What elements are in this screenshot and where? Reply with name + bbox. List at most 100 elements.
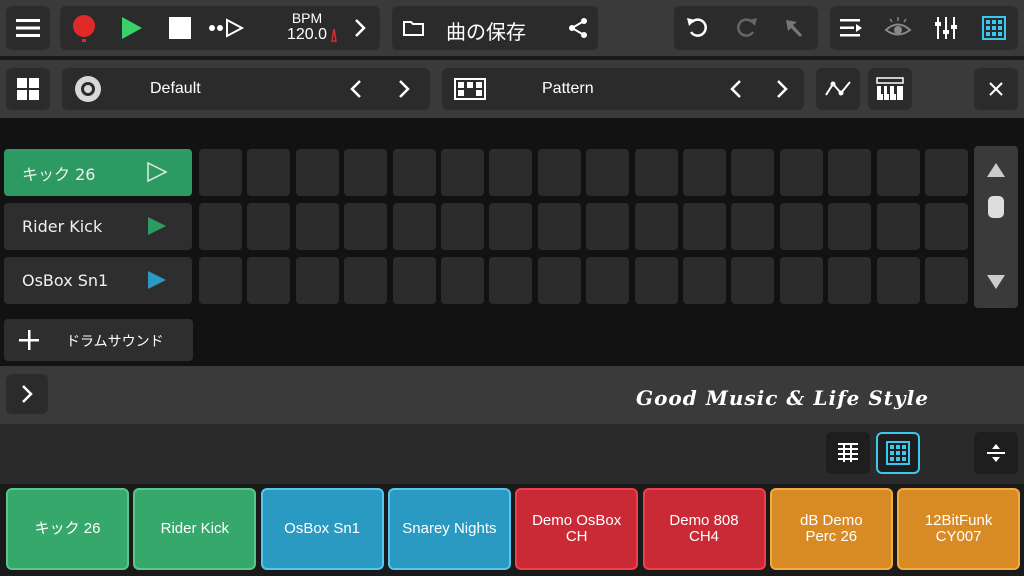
step-cell[interactable] xyxy=(199,257,242,304)
bpm-display[interactable]: BPM 120.0 xyxy=(272,10,342,48)
pads-view-button[interactable] xyxy=(976,12,1012,44)
step-cell[interactable] xyxy=(731,257,775,304)
automation-button[interactable] xyxy=(816,68,860,110)
step-cell[interactable] xyxy=(876,149,920,196)
share-button[interactable] xyxy=(562,12,594,44)
step-cell[interactable] xyxy=(537,257,581,304)
step-cell[interactable] xyxy=(344,257,388,304)
step-cell[interactable] xyxy=(392,203,436,250)
song-title[interactable]: 曲の保存 xyxy=(446,16,526,45)
step-cell[interactable] xyxy=(247,203,291,250)
play-triangle-icon[interactable] xyxy=(146,269,168,291)
step-cell[interactable] xyxy=(828,149,872,196)
step-cell[interactable] xyxy=(295,203,339,250)
pattern-grid-icon[interactable] xyxy=(452,74,488,104)
step-cell[interactable] xyxy=(586,257,630,304)
step-cell[interactable] xyxy=(441,149,484,196)
pattern-next-button[interactable] xyxy=(768,74,796,104)
step-cell[interactable] xyxy=(876,203,920,250)
step-cell[interactable] xyxy=(683,149,726,196)
step-cell[interactable] xyxy=(247,257,291,304)
drum-pad[interactable]: Demo OsBox CH xyxy=(515,488,639,570)
piano-roll-button[interactable] xyxy=(868,68,912,110)
stop-button[interactable] xyxy=(164,12,196,44)
step-cell[interactable] xyxy=(779,203,823,250)
drum-kit-icon[interactable] xyxy=(72,74,104,104)
step-cell[interactable] xyxy=(295,257,339,304)
select-tool-button[interactable] xyxy=(776,12,812,44)
track-button[interactable]: キック 26 xyxy=(4,149,192,196)
step-cell[interactable] xyxy=(683,257,726,304)
menu-button[interactable] xyxy=(6,6,50,50)
drum-pad[interactable]: OsBox Sn1 xyxy=(260,488,384,570)
pad-view-button[interactable] xyxy=(876,432,920,474)
step-cell[interactable] xyxy=(586,203,630,250)
play-button[interactable] xyxy=(116,12,148,44)
step-cell[interactable] xyxy=(392,149,436,196)
open-folder-button[interactable] xyxy=(398,12,430,44)
drum-pad[interactable]: dB Demo Perc 26 xyxy=(769,488,893,570)
step-play-button[interactable] xyxy=(208,12,248,44)
mixer-button[interactable] xyxy=(928,12,964,44)
resize-button[interactable] xyxy=(974,432,1018,474)
step-view-button[interactable] xyxy=(826,432,870,474)
expand-button[interactable] xyxy=(6,374,48,414)
transport-expand-button[interactable] xyxy=(348,12,372,44)
step-cell[interactable] xyxy=(634,203,678,250)
track-list-button[interactable] xyxy=(834,12,870,44)
visibility-button[interactable] xyxy=(880,12,916,44)
step-cell[interactable] xyxy=(828,203,872,250)
kit-prev-button[interactable] xyxy=(342,74,370,104)
drum-pad[interactable]: Rider Kick xyxy=(133,488,257,570)
play-triangle-icon[interactable] xyxy=(146,161,168,183)
step-cell[interactable] xyxy=(199,203,242,250)
step-cell[interactable] xyxy=(876,257,920,304)
add-drum-sound-button[interactable]: ドラムサウンド xyxy=(4,319,193,361)
step-cell[interactable] xyxy=(441,203,484,250)
step-cell[interactable] xyxy=(489,149,533,196)
vertical-scrollbar[interactable] xyxy=(974,146,1018,308)
step-cell[interactable] xyxy=(489,203,533,250)
scroll-thumb[interactable] xyxy=(988,196,1004,218)
step-cell[interactable] xyxy=(247,149,291,196)
step-cell[interactable] xyxy=(634,149,678,196)
step-cell[interactable] xyxy=(779,149,823,196)
step-cell[interactable] xyxy=(731,149,775,196)
record-button[interactable] xyxy=(68,12,100,44)
track-button[interactable]: Rider Kick xyxy=(4,203,192,250)
scroll-down-icon[interactable] xyxy=(986,274,1006,290)
step-cell[interactable] xyxy=(537,203,581,250)
step-cell[interactable] xyxy=(441,257,484,304)
drum-pad[interactable]: キック 26 xyxy=(6,488,129,570)
scroll-up-icon[interactable] xyxy=(986,162,1006,178)
close-button[interactable] xyxy=(974,68,1018,110)
step-cell[interactable] xyxy=(731,203,775,250)
kit-next-button[interactable] xyxy=(390,74,418,104)
undo-button[interactable] xyxy=(680,12,716,44)
pattern-name[interactable]: Pattern xyxy=(542,80,594,98)
step-cell[interactable] xyxy=(779,257,823,304)
step-cell[interactable] xyxy=(392,257,436,304)
kit-name[interactable]: Default xyxy=(150,80,201,98)
step-cell[interactable] xyxy=(199,149,242,196)
step-cell[interactable] xyxy=(828,257,872,304)
step-cell[interactable] xyxy=(344,149,388,196)
step-cell[interactable] xyxy=(586,149,630,196)
track-button[interactable]: OsBox Sn1 xyxy=(4,257,192,304)
step-cell[interactable] xyxy=(537,149,581,196)
drum-pad[interactable]: 12BitFunk CY007 xyxy=(897,488,1021,570)
drum-pad[interactable]: Demo 808 CH4 xyxy=(642,488,766,570)
step-cell[interactable] xyxy=(925,149,968,196)
step-cell[interactable] xyxy=(344,203,388,250)
step-cell[interactable] xyxy=(295,149,339,196)
play-triangle-icon[interactable] xyxy=(146,215,168,237)
layout-button[interactable] xyxy=(6,68,50,110)
step-cell[interactable] xyxy=(683,203,726,250)
step-cell[interactable] xyxy=(634,257,678,304)
drum-pad[interactable]: Snarey Nights xyxy=(387,488,511,570)
step-cell[interactable] xyxy=(925,203,968,250)
step-cell[interactable] xyxy=(489,257,533,304)
step-cell[interactable] xyxy=(925,257,968,304)
pattern-prev-button[interactable] xyxy=(722,74,750,104)
redo-button[interactable] xyxy=(728,12,764,44)
